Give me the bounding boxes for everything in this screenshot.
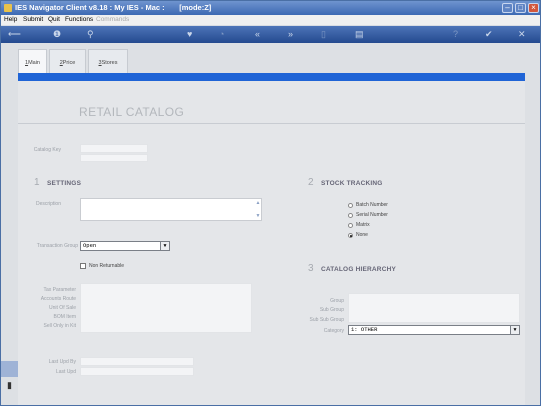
- tab-price[interactable]: 2Price: [49, 49, 86, 73]
- content-area: ▮ 1Main 2Price 3Stores RETAIL CATALOG Ca…: [1, 43, 540, 405]
- divider: [18, 123, 525, 124]
- document-icon[interactable]: ▤: [355, 29, 364, 39]
- stock-tracking-title: STOCK TRACKING: [321, 180, 383, 187]
- scroll-down-icon[interactable]: ▼: [255, 213, 261, 219]
- close-icon[interactable]: ✕: [518, 29, 526, 39]
- catalog-hierarchy-title: CATALOG HIERARCHY: [321, 266, 397, 273]
- last-upd-label: Last Upd: [55, 369, 76, 375]
- sell-only-in-kit-label: Sell Only in Kit: [43, 323, 76, 329]
- toolbar: ⟵ ❶ ⚲ ♥ ◔ « » ▯ ▤ ? ✔ ✕: [1, 26, 540, 43]
- stock-tracking-number: 2: [308, 177, 314, 188]
- fast-forward-icon[interactable]: »: [288, 29, 293, 39]
- transaction-group-select[interactable]: Open ▼: [80, 241, 170, 251]
- category-select[interactable]: 1: OTHER ▼: [348, 325, 520, 335]
- form-panel: RETAIL CATALOG Catalog Key 1 SETTINGS De…: [18, 81, 525, 405]
- accent-bar: [18, 73, 525, 81]
- transaction-group-value: Open: [83, 242, 97, 249]
- settings-number: 1: [34, 177, 40, 188]
- menu-submit[interactable]: Submit: [23, 16, 43, 23]
- tax-parameter-label: Tax Parameter: [43, 287, 76, 293]
- check-icon[interactable]: ✔: [485, 29, 493, 39]
- page-title: RETAIL CATALOG: [79, 105, 185, 119]
- minimize-button[interactable]: –: [502, 3, 513, 13]
- window-title: IES Navigator Client v8.18 : My IES - Ma…: [15, 3, 212, 12]
- scroll-up-icon[interactable]: ▲: [255, 200, 261, 206]
- menu-commands[interactable]: Commands: [96, 16, 129, 23]
- sub-sub-group-label: Sub Sub Group: [309, 317, 344, 323]
- matrix-label: Matrix: [356, 222, 370, 228]
- side-handle: [1, 361, 18, 377]
- accounts-route-label: Accounts Route: [40, 296, 76, 302]
- tab-stores[interactable]: 3Stores: [88, 49, 128, 73]
- chevron-down-icon[interactable]: ▼: [510, 326, 519, 334]
- clock-icon[interactable]: ◔: [219, 29, 224, 39]
- batch-number-label: Batch Number: [356, 202, 388, 208]
- catalog-key-name-field[interactable]: [80, 154, 148, 162]
- hierarchy-box: [348, 293, 520, 323]
- radio-matrix[interactable]: [348, 223, 353, 228]
- menu-help[interactable]: Help: [4, 16, 17, 23]
- copy-icon[interactable]: ▯: [321, 29, 326, 39]
- last-upd-field: [80, 367, 194, 376]
- title-bar: IES Navigator Client v8.18 : My IES - Ma…: [1, 1, 540, 15]
- chevron-down-icon[interactable]: ▼: [160, 242, 169, 250]
- non-returnable-checkbox[interactable]: [80, 263, 86, 269]
- radio-none[interactable]: [348, 233, 353, 238]
- transaction-group-label: Transaction Group: [36, 243, 78, 249]
- category-label: Category: [323, 328, 344, 334]
- catalog-key-field[interactable]: [80, 144, 148, 153]
- last-upd-by-label: Last Upd By: [48, 359, 76, 365]
- settings-title: SETTINGS: [47, 180, 82, 187]
- info-icon[interactable]: ❶: [53, 29, 61, 39]
- menu-bar: Help Submit Quit Functions Commands: [1, 15, 540, 25]
- serial-number-label: Serial Number: [356, 212, 388, 218]
- bom-item-label: BOM Item: [53, 314, 76, 320]
- rewind-icon[interactable]: «: [255, 29, 260, 39]
- radio-serial-number[interactable]: [348, 213, 353, 218]
- app-icon: [4, 4, 12, 12]
- radio-batch-number[interactable]: [348, 203, 353, 208]
- tab-main[interactable]: 1Main: [18, 49, 47, 73]
- menu-quit[interactable]: Quit: [48, 16, 60, 23]
- side-marker: ▮: [7, 380, 12, 390]
- catalog-hierarchy-number: 3: [308, 263, 314, 274]
- heart-icon[interactable]: ♥: [187, 29, 192, 39]
- search-icon[interactable]: ⚲: [87, 29, 94, 39]
- description-input[interactable]: ▲ ▼: [80, 198, 262, 221]
- help-icon[interactable]: ?: [453, 29, 458, 39]
- description-label: Description: [35, 201, 61, 207]
- back-arrow-icon[interactable]: ⟵: [8, 29, 21, 39]
- unit-of-sale-label: Unit Of Sale: [49, 305, 76, 311]
- menu-functions[interactable]: Functions: [65, 16, 93, 23]
- maximize-button[interactable]: □: [515, 3, 526, 13]
- close-window-button[interactable]: ×: [528, 3, 539, 13]
- settings-detail-box: [80, 283, 252, 333]
- none-label: None: [356, 232, 368, 238]
- group-label: Group: [330, 298, 344, 304]
- sub-group-label: Sub Group: [319, 307, 344, 313]
- category-value: 1: OTHER: [351, 326, 378, 333]
- app-window: IES Navigator Client v8.18 : My IES - Ma…: [0, 0, 541, 406]
- catalog-key-label: Catalog Key: [33, 147, 61, 153]
- non-returnable-label: Non Returnable: [89, 263, 125, 269]
- last-upd-by-field: [80, 357, 194, 366]
